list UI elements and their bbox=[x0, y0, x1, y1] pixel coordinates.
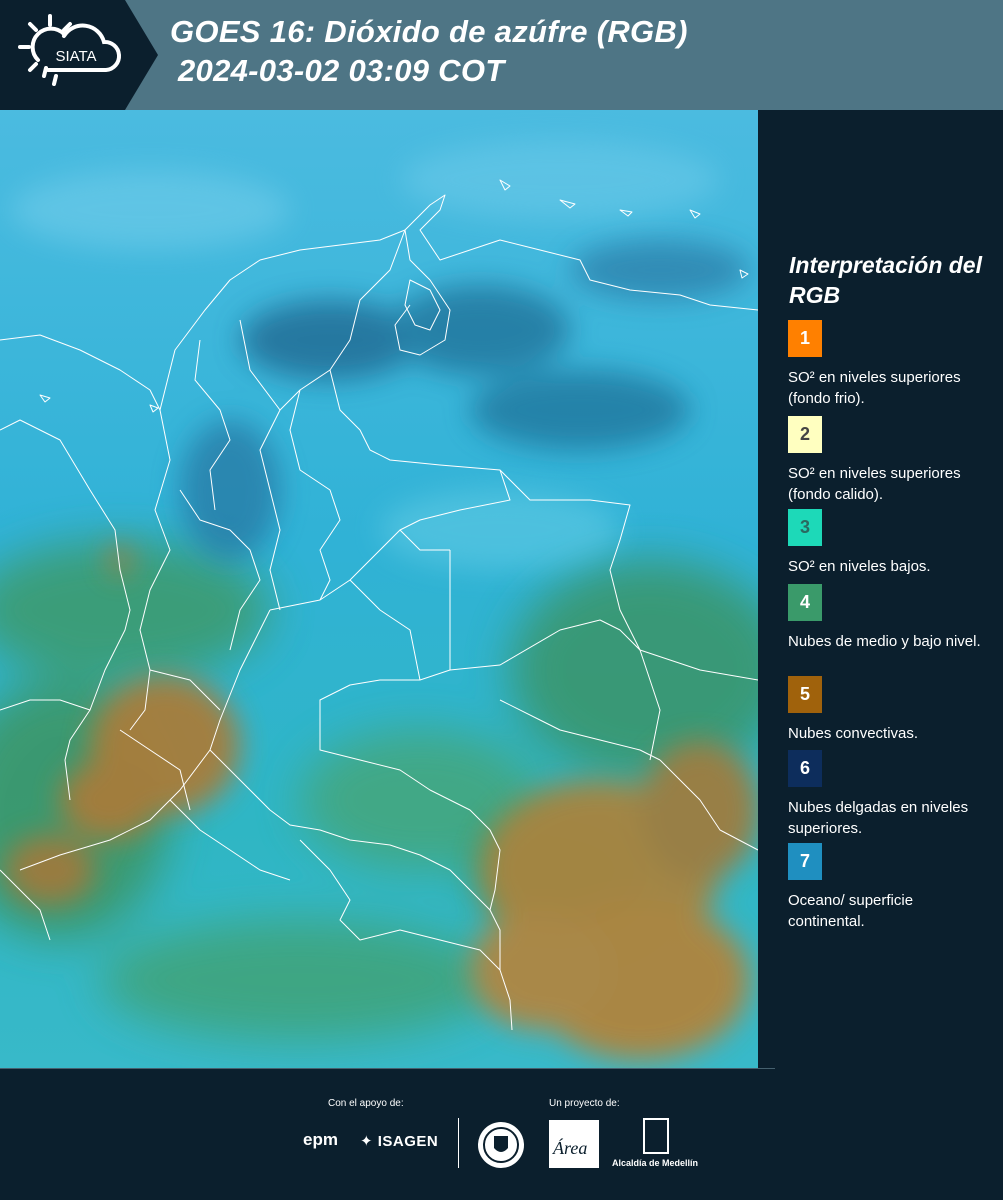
legend-label: Nubes delgadas en niveles superiores. bbox=[788, 799, 969, 837]
legend-item-6: 6 Nubes delgadas en niveles superiores. bbox=[788, 750, 988, 839]
alcaldia-label: Alcaldía de Medellín bbox=[612, 1158, 699, 1168]
footer-divider bbox=[458, 1118, 459, 1168]
footer-divider-line bbox=[0, 1068, 775, 1069]
legend-item-1: 1 SO² en niveles superiores (fondo frio)… bbox=[788, 320, 988, 409]
satellite-map[interactable] bbox=[0, 110, 758, 1068]
sun-cloud-icon: SIATA bbox=[18, 14, 122, 86]
legend-label: Nubes convectivas. bbox=[788, 725, 919, 742]
svg-text:SIATA: SIATA bbox=[55, 48, 96, 65]
university-seal-icon bbox=[478, 1122, 524, 1168]
page-title: GOES 16: Dióxido de azúfre (RGB) bbox=[170, 14, 688, 49]
legend-item-3: 3 SO² en niveles bajos. bbox=[788, 509, 988, 577]
siata-logo: SIATA bbox=[0, 0, 158, 110]
legend-swatch: 5 bbox=[788, 676, 822, 713]
legend-swatch: 7 bbox=[788, 843, 822, 880]
footer: Con el apoyo de: Un proyecto de: epm ✦ I… bbox=[0, 1068, 1003, 1200]
legend-item-4: 4 Nubes de medio y bajo nivel. bbox=[788, 584, 988, 652]
legend-label: Oceano/ superficie continental. bbox=[788, 892, 914, 930]
legend-swatch: 2 bbox=[788, 416, 822, 453]
project-label: Un proyecto de: bbox=[549, 1098, 620, 1109]
isagen-logo: ✦ ISAGEN bbox=[360, 1132, 438, 1150]
legend-panel: Interpretación del RGB 1 SO² en niveles … bbox=[760, 110, 1003, 1068]
legend-swatch: 6 bbox=[788, 750, 822, 787]
legend-title: Interpretación del RGB bbox=[789, 252, 982, 308]
header: SIATA GOES 16: Dióxido de azúfre (RGB) 2… bbox=[0, 0, 1003, 110]
area-metropolitana-text: Área bbox=[553, 1138, 588, 1158]
legend-label: SO² en niveles superiores (fondo calido)… bbox=[788, 465, 961, 503]
legend-item-7: 7 Oceano/ superficie continental. bbox=[788, 843, 988, 932]
timestamp: 2024-03-02 03:09 COT bbox=[178, 53, 505, 88]
legend-label: SO² en niveles superiores (fondo frio). bbox=[788, 369, 961, 407]
legend-item-2: 2 SO² en niveles superiores (fondo calid… bbox=[788, 416, 988, 505]
legend-swatch: 1 bbox=[788, 320, 822, 357]
isagen-star-icon: ✦ bbox=[360, 1133, 374, 1150]
isagen-label: ISAGEN bbox=[377, 1133, 439, 1150]
legend-label: Nubes de medio y bajo nivel. bbox=[788, 633, 981, 650]
epm-logo: epm bbox=[303, 1130, 338, 1149]
legend-item-5: 5 Nubes convectivas. bbox=[788, 676, 988, 744]
support-label: Con el apoyo de: bbox=[328, 1098, 404, 1109]
legend-swatch: 4 bbox=[788, 584, 822, 621]
alcaldia-shield-icon bbox=[643, 1118, 669, 1154]
legend-swatch: 3 bbox=[788, 509, 822, 546]
legend-label: SO² en niveles bajos. bbox=[788, 558, 931, 575]
